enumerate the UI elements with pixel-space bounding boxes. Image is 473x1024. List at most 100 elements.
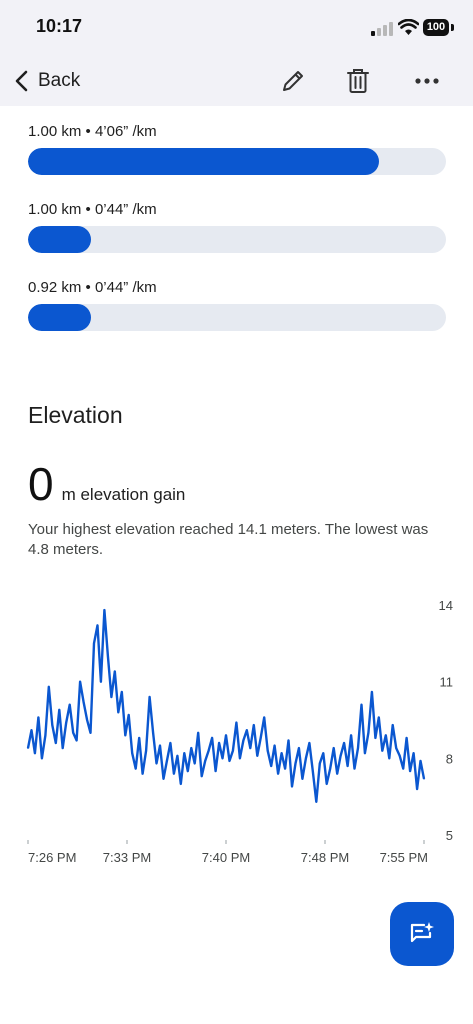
elevation-data-point (114, 670, 116, 673)
elevation-data-point (416, 788, 418, 790)
battery-tip (451, 24, 454, 31)
elevation-data-point (298, 747, 300, 749)
delete-button[interactable] (341, 64, 375, 98)
edit-button[interactable] (276, 64, 310, 98)
elevation-data-point (350, 734, 352, 737)
elevation-data-point (72, 732, 74, 734)
battery-indicator: 100 (423, 19, 449, 36)
x-tick-label: 7:26 PM (28, 850, 76, 865)
elevation-data-point (339, 755, 342, 757)
elevation-data-point (37, 716, 40, 719)
elevation-data-point (190, 747, 193, 749)
elevation-gain-value: 0 (28, 458, 54, 510)
elevation-data-point (291, 785, 293, 788)
elevation-data-point (242, 739, 245, 742)
elevation-data-point (204, 760, 206, 762)
more-options-button[interactable] (410, 64, 444, 98)
elevation-data-point (381, 749, 384, 752)
elevation-data-point (138, 737, 140, 739)
elevation-data-point (141, 772, 144, 775)
elevation-data-point (152, 732, 154, 734)
elevation-data-point (259, 737, 262, 739)
elevation-data-point (214, 770, 217, 772)
x-tick-label: 7:33 PM (103, 850, 151, 865)
y-tick-label: 5 (446, 828, 453, 843)
elevation-data-point (232, 749, 234, 752)
y-tick-label: 14 (439, 598, 453, 613)
elevation-data-point (312, 770, 314, 772)
elevation-data-point (332, 747, 335, 749)
elevation-data-point (58, 709, 61, 711)
elevation-data-point (117, 711, 120, 714)
elevation-data-point (315, 801, 318, 803)
back-button[interactable]: Back (12, 64, 80, 98)
elevation-data-point (346, 765, 349, 767)
elevation-data-point (68, 703, 71, 706)
x-tick-label: 7:48 PM (301, 850, 349, 865)
split-label: 1.00 km • 4’06” /km (28, 123, 157, 140)
elevation-data-point (360, 703, 363, 706)
back-label: Back (38, 70, 81, 91)
elevation-data-point (246, 729, 248, 731)
trash-icon (347, 69, 369, 93)
elevation-data-point (193, 762, 196, 765)
elevation-data-point (162, 778, 165, 780)
elevation-data-point (270, 765, 273, 767)
elevation-data-point (44, 734, 47, 737)
elevation-data-point (395, 747, 398, 749)
elevation-data-point (253, 724, 255, 726)
elevation-data-point (34, 752, 36, 754)
cellular-signal-icon (371, 22, 393, 36)
elevation-data-point (336, 772, 339, 775)
elevation-data-point (357, 747, 359, 749)
elevation-data-point (93, 642, 95, 645)
elevation-title: Elevation (28, 402, 123, 428)
elevation-data-point (239, 757, 241, 760)
elevation-data-point (423, 778, 425, 780)
elevation-data-point (131, 752, 133, 754)
elevation-data-point (228, 760, 231, 762)
ai-chat-button[interactable] (390, 902, 454, 966)
elevation-data-point (305, 757, 307, 760)
elevation-data-point (148, 696, 151, 698)
elevation-data-point (398, 755, 401, 757)
elevation-data-point (145, 749, 147, 752)
wifi-icon (398, 19, 419, 35)
elevation-data-point (207, 749, 210, 752)
elevation-data-point (301, 778, 304, 780)
elevation-data-point (86, 719, 88, 721)
elevation-data-point (187, 770, 189, 772)
elevation-data-point (391, 724, 394, 726)
split-label: 0.92 km • 0’44” /km (28, 279, 157, 296)
elevation-data-point (82, 701, 85, 703)
elevation-gain-unit: m elevation gain (61, 485, 186, 504)
elevation-data-point (266, 749, 269, 752)
elevation-data-point (103, 609, 106, 611)
elevation-data-point (273, 744, 276, 747)
split-row: 0.92 km • 0’44” /km (28, 278, 446, 331)
edit-icon (283, 71, 303, 91)
elevation-data-point (374, 737, 377, 739)
elevation-data-point (378, 716, 380, 719)
elevation-data-point (100, 680, 102, 683)
split-progress-track (28, 148, 446, 175)
elevation-gain: 0 m elevation gain (28, 458, 185, 510)
elevation-data-point (277, 772, 279, 775)
elevation-data-point (75, 739, 78, 742)
split-progress-track (28, 226, 446, 253)
elevation-data-point (79, 680, 81, 683)
elevation-data-point (30, 729, 33, 731)
elevation-data-point (263, 716, 266, 719)
elevation-series-line (26, 608, 426, 803)
elevation-data-point (61, 747, 64, 749)
elevation-data-point (176, 755, 179, 757)
split-row: 1.00 km • 0’44” /km (28, 200, 446, 253)
elevation-data-point (173, 772, 175, 775)
elevation-summary: Your highest elevation reached 14.1 mete… (28, 521, 429, 558)
elevation-data-point (343, 742, 345, 744)
elevation-data-point (405, 737, 408, 739)
status-time: 10:17 (36, 16, 83, 36)
elevation-data-point (169, 742, 172, 744)
elevation-chart: 14 11 8 5 7:26 PM 7:33 PM 7:40 PM 7:48 PM 7:55 P… (26, 598, 453, 865)
elevation-data-point (256, 755, 259, 757)
